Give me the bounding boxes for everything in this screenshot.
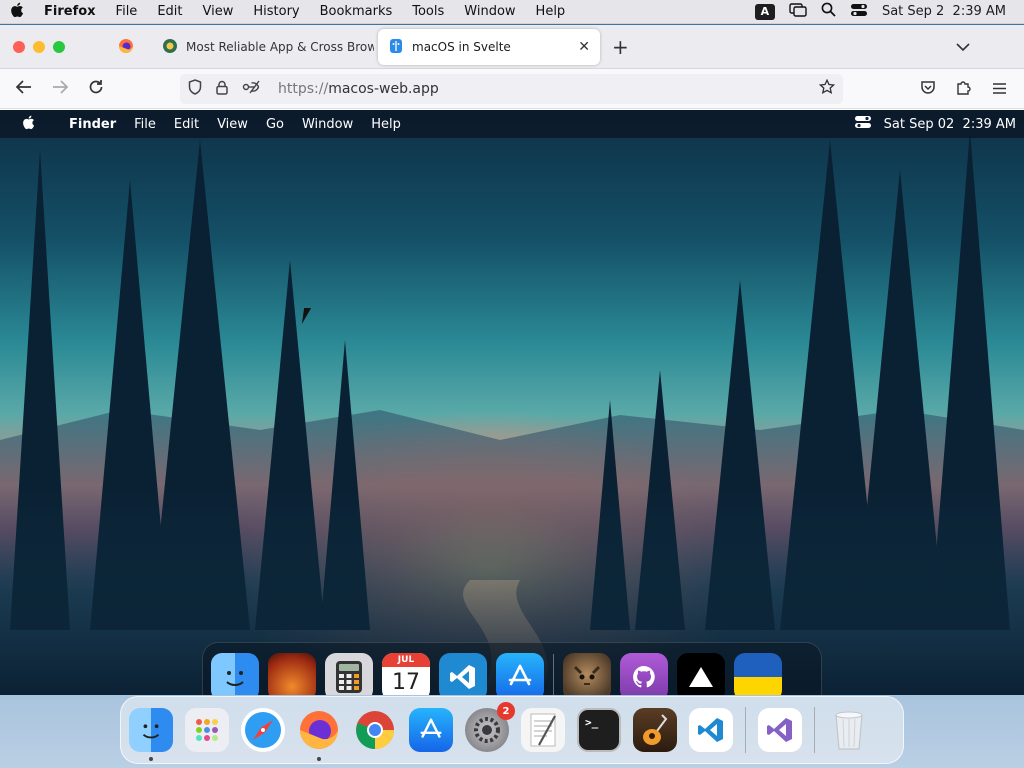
menu-view[interactable]: View (193, 4, 244, 19)
garageband-icon[interactable] (633, 708, 677, 752)
back-arrow-icon[interactable] (15, 79, 32, 100)
calculator-icon[interactable] (325, 653, 373, 695)
spotlight-search-icon[interactable] (821, 2, 836, 21)
inner-menubar-clock[interactable]: Sat Sep 02 2:39 AM (884, 117, 1016, 132)
app-store-icon[interactable] (496, 653, 544, 695)
browser-window: Most Reliable App & Cross Brow ✕ macOS i… (0, 25, 1024, 695)
lambdatest-icon (162, 38, 178, 57)
system-menubar: Firefox File Edit View History Bookmarks… (0, 0, 1024, 24)
calendar-day: 17 (392, 669, 420, 695)
vscode-icon[interactable] (439, 653, 487, 695)
tab-title: Most Reliable App & Cross Brow (186, 40, 374, 54)
menu-help[interactable]: Help (526, 4, 576, 19)
menu-window[interactable]: Window (454, 4, 525, 19)
address-bar[interactable]: https://macos-web.app (180, 74, 843, 104)
app-store-icon[interactable] (409, 708, 453, 752)
tab-macos-svelte[interactable]: macOS in Svelte ✕ (378, 29, 600, 65)
apple-logo-icon[interactable] (0, 115, 44, 134)
cat-avatar-icon[interactable] (563, 653, 611, 695)
inner-menu-help[interactable]: Help (362, 117, 410, 132)
app-name[interactable]: Firefox (34, 4, 106, 19)
forward-arrow-icon[interactable] (52, 79, 69, 100)
running-indicator (149, 757, 153, 761)
permissions-icon[interactable] (242, 80, 260, 98)
firefox-icon (118, 38, 134, 57)
finder-icon[interactable] (211, 653, 259, 695)
ukraine-flag-icon[interactable] (734, 653, 782, 695)
dock-separator (553, 654, 554, 695)
inner-menu-edit[interactable]: Edit (165, 117, 208, 132)
macos-dock: 2 >_ (120, 696, 904, 764)
bookmark-star-icon[interactable] (818, 78, 836, 99)
menu-edit[interactable]: Edit (147, 4, 192, 19)
inner-menu-go[interactable]: Go (257, 117, 293, 132)
notification-badge: 2 (497, 702, 515, 720)
menu-history[interactable]: History (243, 4, 309, 19)
new-tab-plus-icon[interactable]: + (612, 35, 629, 59)
system-settings-icon[interactable]: 2 (465, 702, 515, 752)
zoom-window-button[interactable] (53, 41, 65, 53)
inner-app-name[interactable]: Finder (60, 117, 125, 132)
textedit-icon[interactable] (521, 708, 565, 752)
vercel-icon[interactable] (677, 653, 725, 695)
terminal-icon[interactable]: >_ (577, 708, 621, 752)
forest-wallpaper (0, 130, 1024, 695)
inner-menu-file[interactable]: File (125, 117, 165, 132)
firefox-icon[interactable] (297, 708, 341, 761)
hamburger-menu-icon[interactable] (992, 80, 1007, 100)
reload-icon[interactable] (88, 79, 104, 100)
menu-file[interactable]: File (106, 4, 148, 19)
screen-mirroring-icon[interactable] (789, 2, 807, 21)
url-scheme: https:// (278, 81, 329, 97)
visual-studio-icon[interactable] (758, 708, 802, 752)
url-host: macos-web.app (328, 81, 439, 97)
tab-pinned-firefox[interactable] (108, 29, 148, 65)
url-text[interactable]: https://macos-web.app (278, 81, 439, 97)
inner-dock: JUL 17 (202, 642, 822, 695)
safari-icon[interactable] (241, 708, 285, 752)
calendar-month: JUL (382, 653, 430, 667)
menu-bookmarks[interactable]: Bookmarks (310, 4, 403, 19)
tab-title: macOS in Svelte (412, 40, 511, 54)
close-window-button[interactable] (13, 41, 25, 53)
mouse-pointer-icon (301, 308, 319, 324)
chrome-icon[interactable] (353, 708, 397, 752)
menubar-clock[interactable]: Sat Sep 2 2:39 AM (882, 4, 1006, 19)
close-tab-icon[interactable]: ✕ (578, 39, 590, 55)
control-center-icon[interactable] (850, 3, 868, 21)
tracking-protection-shield-icon[interactable] (188, 79, 202, 99)
svelte-app-icon (388, 38, 404, 57)
control-center-icon[interactable] (854, 115, 872, 133)
inner-menubar: Finder File Edit View Go Window Help Sat… (0, 110, 1024, 138)
wallpapers-icon[interactable] (268, 653, 316, 695)
trash-icon[interactable] (827, 708, 871, 752)
inner-menu-window[interactable]: Window (293, 117, 362, 132)
tab-lambdatest[interactable]: Most Reliable App & Cross Brow ✕ (152, 29, 374, 65)
navigation-toolbar: https://macos-web.app (0, 69, 1024, 109)
inner-menu-view[interactable]: View (208, 117, 257, 132)
calendar-icon[interactable]: JUL 17 (382, 653, 430, 695)
web-page-viewport: Finder File Edit View Go Window Help Sat… (0, 110, 1024, 695)
menu-tools[interactable]: Tools (402, 4, 454, 19)
dock-separator (745, 707, 746, 753)
minimize-window-button[interactable] (33, 41, 45, 53)
github-icon[interactable] (620, 653, 668, 695)
finder-icon[interactable] (129, 708, 173, 761)
list-all-tabs-chevron-icon[interactable] (956, 37, 970, 57)
pocket-icon[interactable] (920, 80, 936, 100)
running-indicator (317, 757, 321, 761)
launchpad-icon[interactable] (185, 708, 229, 752)
dock-separator (814, 707, 815, 753)
input-source-icon[interactable]: A (754, 3, 775, 20)
lock-icon[interactable] (216, 80, 228, 99)
apple-logo-icon[interactable] (0, 2, 34, 22)
terminal-prompt-icon: >_ (585, 716, 599, 729)
vscode-icon[interactable] (689, 708, 733, 752)
tab-bar: Most Reliable App & Cross Brow ✕ macOS i… (0, 25, 1024, 69)
extensions-puzzle-icon[interactable] (956, 79, 972, 100)
